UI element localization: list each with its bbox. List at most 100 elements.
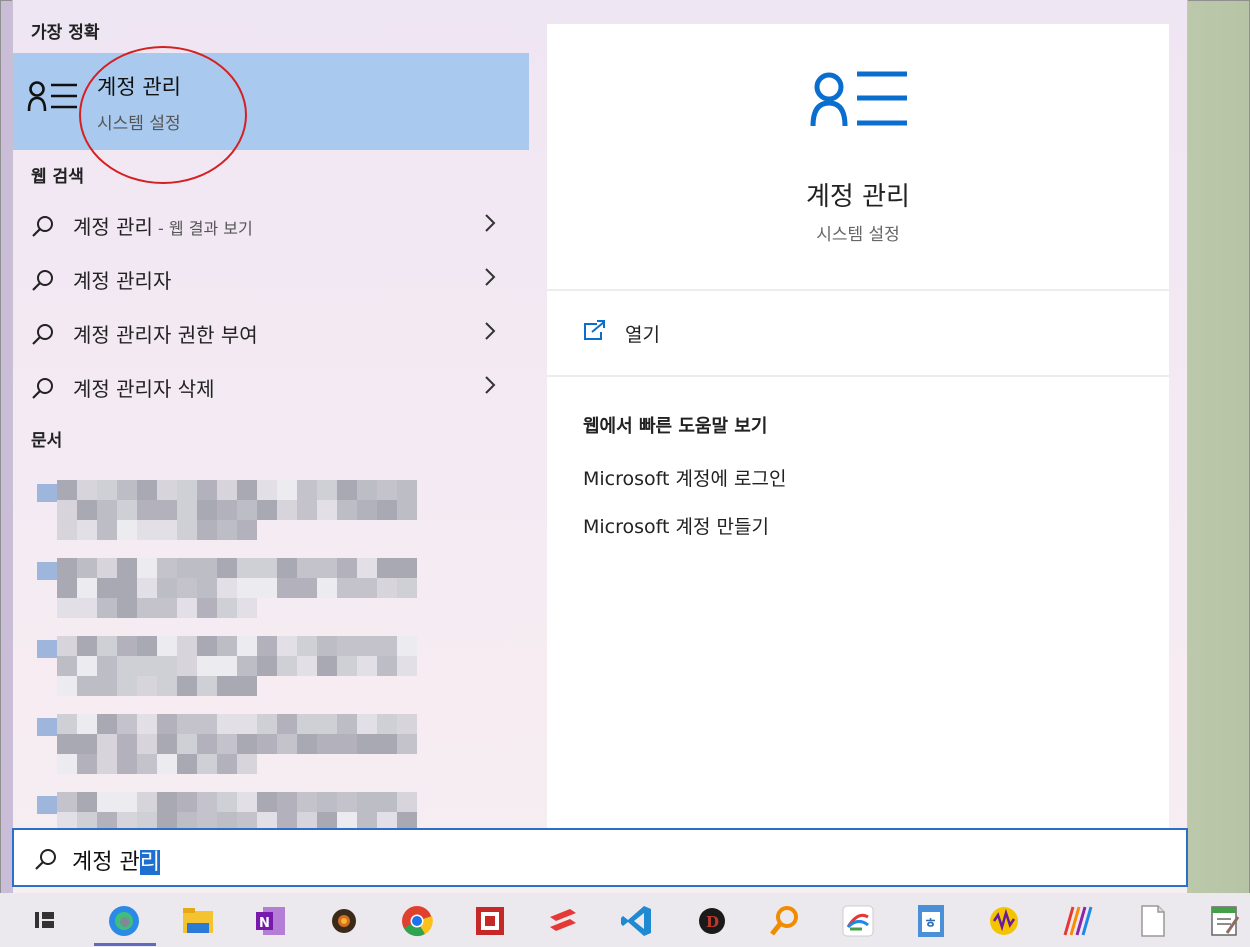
pixel-block <box>157 714 177 734</box>
file-explorer-icon[interactable] <box>180 903 216 939</box>
blurred-document-item[interactable] <box>23 540 493 618</box>
pixel-block <box>257 480 277 500</box>
svg-text:ㅎ: ㅎ <box>924 916 937 932</box>
pixel-block <box>57 754 77 774</box>
web-result-item[interactable]: 계정 관리자 <box>13 254 529 304</box>
pixel-block <box>357 734 377 754</box>
open-button[interactable]: 열기 <box>581 320 781 350</box>
task-view-icon[interactable] <box>26 903 62 939</box>
pixel-block <box>357 480 377 500</box>
pixel-block <box>77 636 97 656</box>
chevron-right-icon <box>485 376 496 394</box>
web-result-item[interactable]: 계정 관리자 권한 부여 <box>13 308 529 358</box>
blurred-document-item[interactable] <box>23 462 493 540</box>
pixel-block <box>277 500 297 520</box>
pixel-block <box>217 500 237 520</box>
pixel-block <box>277 714 297 734</box>
help-link-create[interactable]: Microsoft 계정 만들기 <box>583 512 769 539</box>
hwp-icon[interactable]: ㅎ <box>913 903 949 939</box>
app-red-icon[interactable] <box>472 903 508 939</box>
pixel-block <box>97 480 117 500</box>
pixel-block <box>397 636 417 656</box>
open-icon <box>584 320 605 340</box>
pixel-block <box>317 734 337 754</box>
express-icon[interactable] <box>545 903 581 939</box>
blurred-document-item[interactable] <box>23 696 493 774</box>
pixel-block <box>137 714 157 734</box>
game-icon[interactable] <box>326 903 362 939</box>
pixel-block <box>77 480 97 500</box>
pixel-block <box>197 636 217 656</box>
pixel-block <box>97 598 117 618</box>
pixel-block <box>117 520 137 540</box>
notepad-icon[interactable] <box>1134 903 1170 939</box>
pixel-block <box>177 578 197 598</box>
pixel-block <box>317 792 337 812</box>
pixel-block <box>257 578 277 598</box>
preview-subtitle: 시스템 설정 <box>816 225 900 245</box>
pixel-block <box>377 792 397 812</box>
pixel-block <box>217 754 237 774</box>
preview-pane: 계정 관리 시스템 설정 열기 웹에서 빠른 도움말 보기 Microsoft … <box>547 24 1169 830</box>
pixel-block <box>217 656 237 676</box>
web-result-item[interactable]: 계정 관리 - 웹 결과 보기 <box>13 200 529 250</box>
pixel-block <box>277 480 297 500</box>
blurred-document-item[interactable] <box>23 774 493 830</box>
selected-text: 리 <box>139 850 160 875</box>
pixel-block <box>317 636 337 656</box>
pixel-block <box>277 558 297 578</box>
pixel-block <box>57 734 77 754</box>
search-box[interactable]: 계정 관리 <box>12 828 1188 887</box>
pixel-block <box>157 500 177 520</box>
blurred-documents-list <box>23 462 493 830</box>
pixel-block <box>337 734 357 754</box>
pixel-block <box>77 714 97 734</box>
pixel-block <box>357 792 377 812</box>
pixel-block <box>57 792 77 812</box>
pixel-block <box>177 754 197 774</box>
pixel-block <box>397 578 417 598</box>
onenote-icon[interactable]: N <box>253 903 289 939</box>
document-icon <box>37 718 57 736</box>
audio-app-icon[interactable] <box>986 903 1022 939</box>
pixel-block <box>237 734 257 754</box>
pixel-block <box>57 656 77 676</box>
web-result-item[interactable]: 계정 관리자 삭제 <box>13 362 529 412</box>
pixel-block <box>397 500 417 520</box>
app-flower-icon[interactable] <box>840 903 876 939</box>
pixel-block <box>57 636 77 656</box>
pixel-block <box>177 480 197 500</box>
pixel-block <box>197 520 217 540</box>
pixel-block <box>157 636 177 656</box>
search-icon <box>32 216 53 237</box>
pixel-block <box>217 636 237 656</box>
pixel-block <box>257 636 277 656</box>
search-icon <box>32 270 53 291</box>
pixel-block <box>97 636 117 656</box>
pixel-block <box>97 734 117 754</box>
pixel-block <box>197 558 217 578</box>
search-input[interactable]: 계정 관리 <box>72 844 160 876</box>
chrome-icon[interactable] <box>399 903 435 939</box>
pixel-block <box>397 714 417 734</box>
document-icon <box>37 484 57 502</box>
pixel-block <box>217 598 237 618</box>
editor-icon[interactable] <box>1207 903 1243 939</box>
pixel-block <box>117 754 137 774</box>
magnifier-icon[interactable] <box>767 903 803 939</box>
edge-icon[interactable] <box>106 903 142 939</box>
pixel-block <box>137 734 157 754</box>
pixel-block <box>197 714 217 734</box>
diablo-icon[interactable]: D <box>694 903 730 939</box>
pixel-block <box>117 480 137 500</box>
help-link-login[interactable]: Microsoft 계정에 로그인 <box>583 464 786 491</box>
pixel-block <box>377 734 397 754</box>
vscode-icon[interactable] <box>618 903 654 939</box>
blurred-document-item[interactable] <box>23 618 493 696</box>
pixel-block <box>77 754 97 774</box>
pixel-block <box>177 792 197 812</box>
pixel-block <box>137 480 157 500</box>
app-lines-icon[interactable] <box>1059 903 1095 939</box>
pixel-block <box>97 754 117 774</box>
pixel-block <box>297 578 317 598</box>
